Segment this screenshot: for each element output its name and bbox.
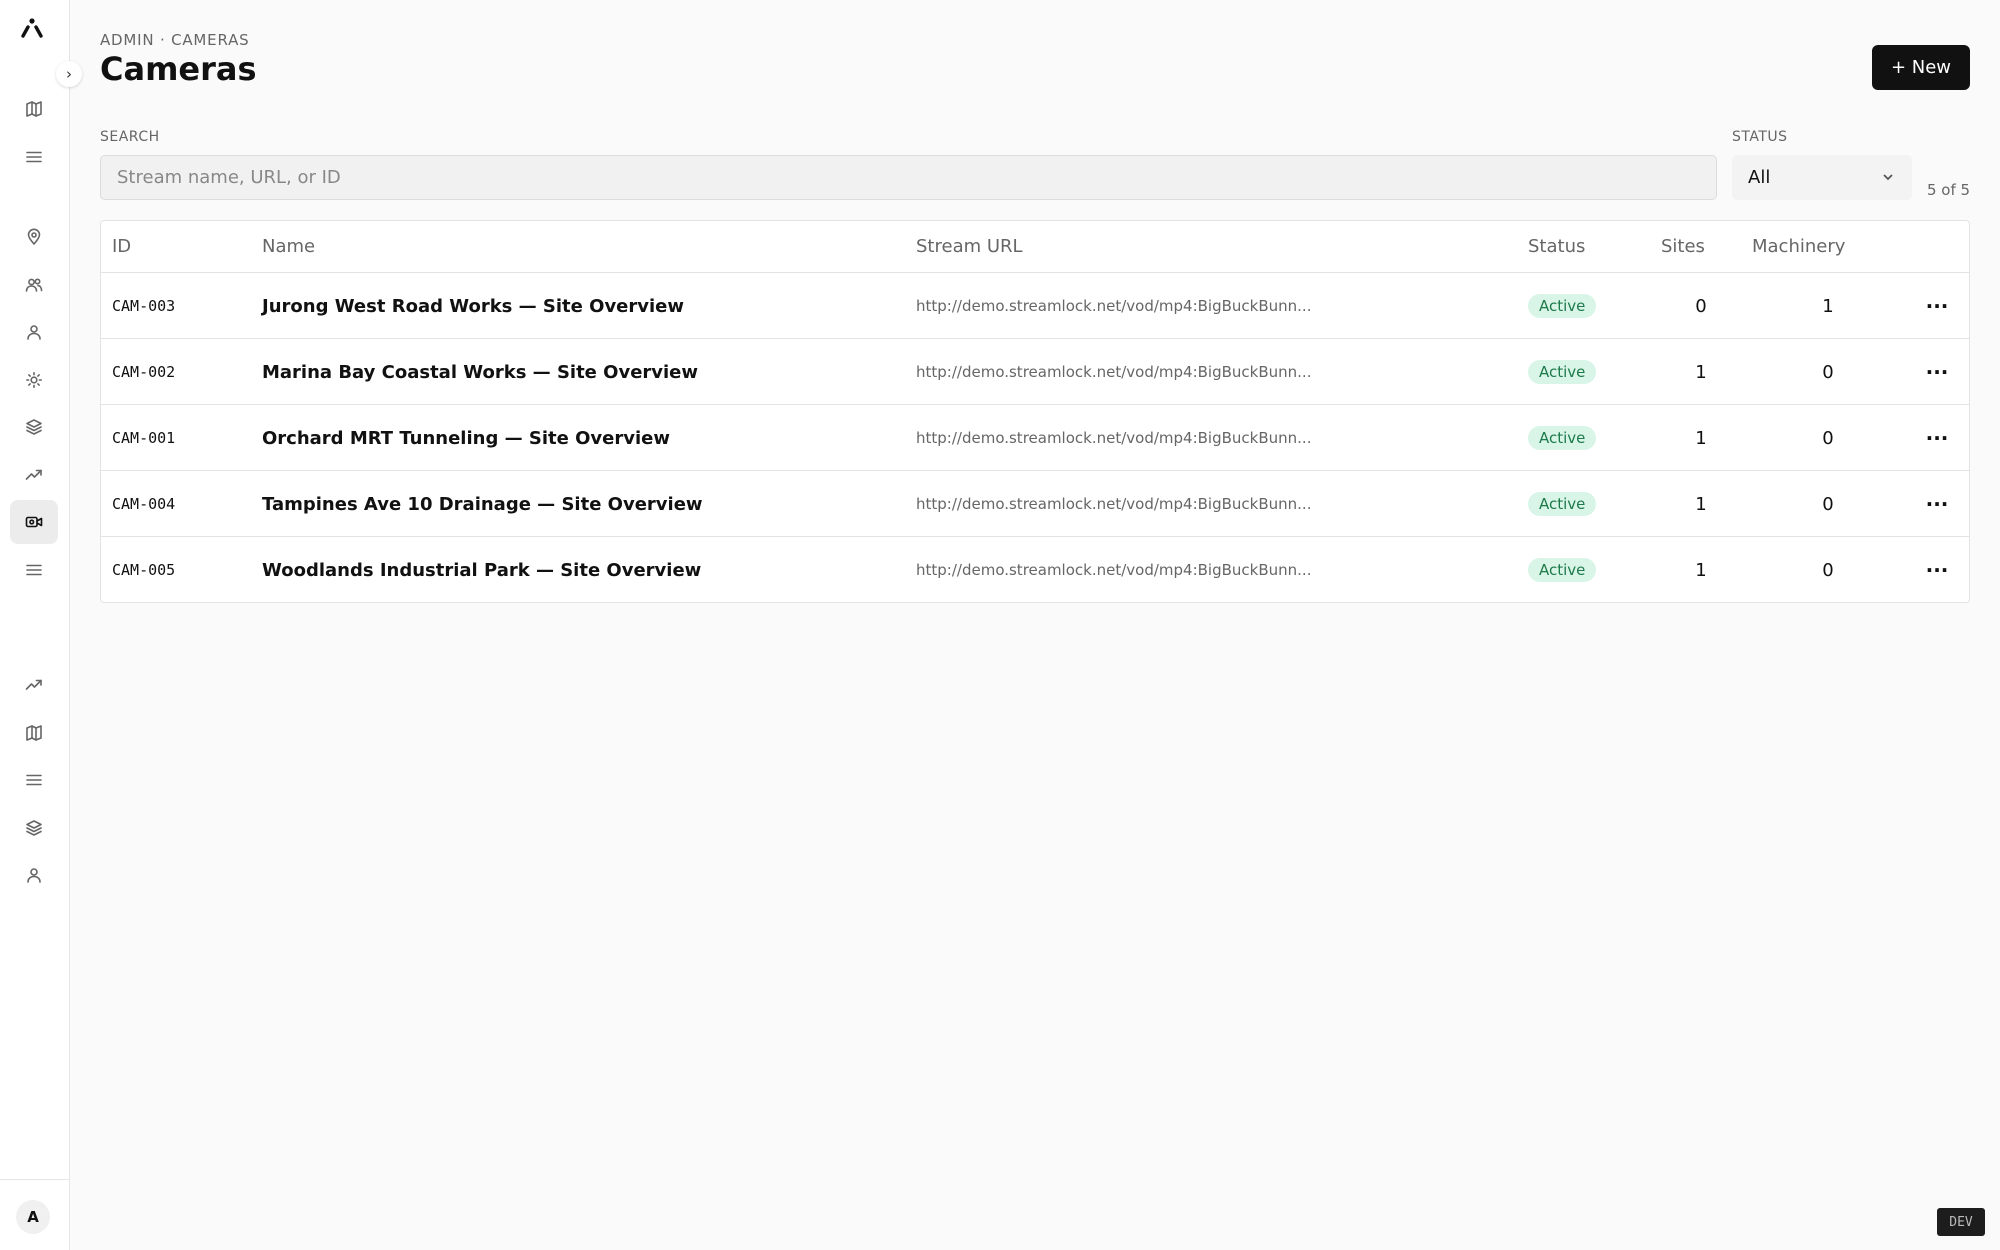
sites-count: 1 (1695, 493, 1707, 515)
sidebar-nav-map[interactable] (10, 711, 58, 755)
stream-url: http://demo.streamlock.net/vod/mp4:BigBu… (916, 363, 1312, 381)
column-header-id[interactable]: ID (112, 236, 131, 257)
stream-url: http://demo.streamlock.net/vod/mp4:BigBu… (916, 495, 1312, 513)
sidebar-nav-menu[interactable] (10, 758, 58, 802)
camera-id: CAM-005 (112, 561, 176, 579)
user-icon (27, 868, 41, 883)
status-label: STATUS (1732, 129, 1788, 145)
machinery-count: 0 (1822, 427, 1834, 449)
sites-count: 1 (1695, 559, 1707, 581)
machinery-count: 0 (1822, 493, 1834, 515)
sidebar-nav-user[interactable] (10, 853, 58, 897)
map-icon (26, 724, 42, 741)
search-input[interactable] (100, 155, 1717, 200)
search-label: SEARCH (100, 129, 160, 145)
sites-count: 1 (1695, 361, 1707, 383)
menu-icon (26, 564, 42, 575)
stream-url: http://demo.streamlock.net/vod/mp4:BigBu… (916, 561, 1312, 579)
camera-icon (25, 516, 43, 528)
layers-icon (26, 819, 42, 836)
machinery-count: 0 (1822, 361, 1834, 383)
camera-id: CAM-003 (112, 297, 176, 315)
sites-count: 1 (1695, 427, 1707, 449)
trending-up-icon (25, 469, 42, 480)
status-cell: Active (1528, 405, 1597, 471)
status-select[interactable]: All (1732, 155, 1912, 200)
sidebar-nav-map[interactable] (10, 87, 58, 131)
camera-id: CAM-004 (112, 495, 176, 513)
chevron-right-icon: › (66, 65, 72, 83)
map-pin-icon (27, 228, 41, 245)
menu-icon (26, 151, 42, 162)
row-actions-button[interactable]: ··· (1923, 405, 1951, 471)
row-actions-button[interactable]: ··· (1923, 273, 1951, 339)
column-header-status[interactable]: Status (1528, 236, 1585, 257)
sidebar-nav-menu[interactable] (10, 135, 58, 179)
status-cell: Active (1528, 471, 1597, 537)
sidebar-nav-camera[interactable] (10, 500, 58, 544)
map-icon (26, 101, 42, 117)
sidebar-nav-layers[interactable] (10, 806, 58, 850)
table-row[interactable]: CAM-004 Tampines Ave 10 Drainage — Site O… (101, 471, 1969, 537)
column-header-name[interactable]: Name (262, 236, 315, 257)
status-select-value: All (1748, 167, 1771, 188)
sidebar-nav-user[interactable] (10, 310, 58, 354)
camera-name[interactable]: Marina Bay Coastal Works — Site Overview (262, 339, 698, 405)
menu-icon (26, 774, 42, 786)
sidebar-nav-menu[interactable] (10, 548, 58, 592)
stream-url: http://demo.streamlock.net/vod/mp4:BigBu… (916, 429, 1312, 447)
column-header-stream-url[interactable]: Stream URL (916, 236, 1023, 257)
sun-icon (26, 371, 42, 388)
row-actions-button[interactable]: ··· (1923, 471, 1951, 537)
stream-url: http://demo.streamlock.net/vod/mp4:BigBu… (916, 297, 1312, 315)
camera-name[interactable]: Woodlands Industrial Park — Site Overvie… (262, 537, 701, 603)
camera-name[interactable]: Jurong West Road Works — Site Overview (262, 273, 684, 339)
sidebar-nav-trending-up[interactable] (10, 663, 58, 707)
status-badge: Active (1528, 360, 1597, 384)
new-camera-button[interactable]: + New (1872, 45, 1970, 90)
table-row[interactable]: CAM-002 Marina Bay Coastal Works — Site O… (101, 339, 1969, 405)
status-badge: Active (1528, 294, 1597, 318)
sidebar-collapse-button[interactable]: › (56, 61, 82, 87)
status-cell: Active (1528, 537, 1597, 603)
column-header-sites[interactable]: Sites (1661, 236, 1705, 257)
machinery-count: 0 (1822, 559, 1834, 581)
avatar[interactable]: A (16, 1200, 50, 1234)
row-actions-button[interactable]: ··· (1923, 339, 1951, 405)
layers-icon (26, 419, 42, 435)
table-row[interactable]: CAM-005 Woodlands Industrial Park — Site … (101, 537, 1969, 603)
camera-name[interactable]: Tampines Ave 10 Drainage — Site Overview (262, 471, 703, 537)
table-row[interactable]: CAM-001 Orchard MRT Tunneling — Site Over… (101, 405, 1969, 471)
sites-count: 0 (1695, 295, 1707, 317)
status-cell: Active (1528, 273, 1597, 339)
sidebar-nav-trending-up[interactable] (10, 453, 58, 497)
status-badge: Active (1528, 558, 1597, 582)
result-count: 5 of 5 (1927, 181, 1971, 199)
sidebar-nav-users[interactable] (10, 263, 58, 307)
table-header: ID Name Stream URL Status Sites Machiner… (101, 221, 1969, 273)
camera-name[interactable]: Orchard MRT Tunneling — Site Overview (262, 405, 670, 471)
user-icon (27, 325, 41, 340)
chevron-down-icon (1880, 169, 1896, 185)
logo-icon[interactable] (19, 16, 45, 40)
table-row[interactable]: CAM-003 Jurong West Road Works — Site Ove… (101, 273, 1969, 339)
cameras-table: ID Name Stream URL Status Sites Machiner… (100, 220, 1970, 603)
status-cell: Active (1528, 339, 1597, 405)
status-badge: Active (1528, 426, 1597, 450)
trending-up-icon (25, 679, 42, 690)
page-title: Cameras (100, 50, 257, 88)
breadcrumb: ADMIN · CAMERAS (100, 31, 250, 49)
sidebar-nav-layers[interactable] (10, 405, 58, 449)
status-badge: Active (1528, 492, 1597, 516)
column-header-machinery[interactable]: Machinery (1752, 236, 1845, 257)
sidebar-nav-sun[interactable] (10, 358, 58, 402)
camera-id: CAM-002 (112, 363, 176, 381)
camera-id: CAM-001 (112, 429, 176, 447)
sidebar-nav-map-pin[interactable] (10, 215, 58, 259)
row-actions-button[interactable]: ··· (1923, 537, 1951, 603)
env-badge: DEV (1937, 1208, 1985, 1236)
machinery-count: 1 (1822, 295, 1834, 317)
sidebar (0, 0, 70, 1250)
users-icon (25, 277, 43, 292)
